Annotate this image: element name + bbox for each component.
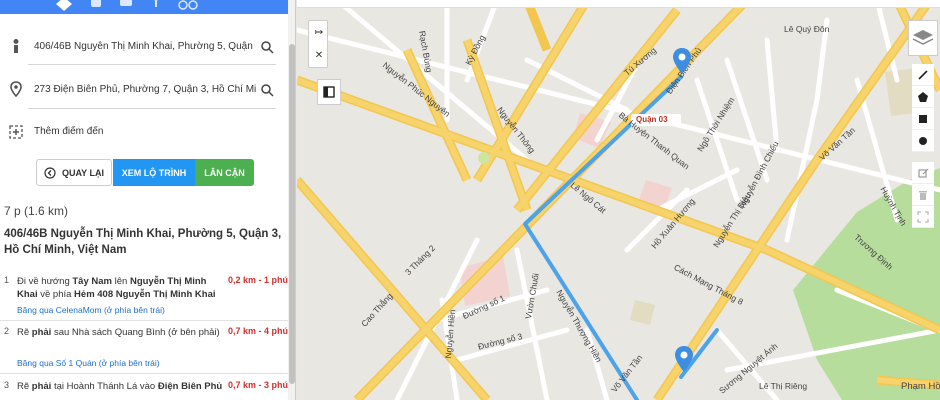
draw-circle-button[interactable] <box>912 130 934 152</box>
location-pin-icon <box>8 81 24 98</box>
scrollbar-thumb[interactable] <box>289 44 295 384</box>
layer-toggle-button[interactable] <box>317 79 341 105</box>
map-base <box>297 0 940 400</box>
draw-line-button[interactable] <box>912 64 934 86</box>
step-instruction: Đi về hướng Tây Nam lên Nguyễn Thị Minh … <box>17 276 216 300</box>
nearby-button[interactable]: LÂN CẬN <box>195 159 254 186</box>
route-summary: 7 p (1.6 km) <box>4 204 69 218</box>
street-label: Lê Quý Đôn <box>784 24 830 34</box>
origin-pin-icon[interactable] <box>674 346 694 372</box>
search-icon[interactable] <box>260 40 274 54</box>
trash-icon <box>919 190 927 200</box>
person-icon <box>8 38 24 54</box>
fullscreen-button[interactable] <box>912 206 934 228</box>
origin-row: 406/46B Nguyễn Thị Minh Khai, Phường 5, … <box>0 28 288 68</box>
back-arrow-icon <box>44 166 56 179</box>
step-instruction: Rẽ phải sau Nhà sách Quang Bình (ở bên p… <box>17 327 220 338</box>
pencil-icon <box>918 69 928 80</box>
draw-polygon-button[interactable] <box>912 86 934 108</box>
destination-title: 406/46B Nguyễn Thị Minh Khai, Phường 5, … <box>4 228 282 256</box>
roundabout <box>478 152 490 164</box>
bus-icon[interactable] <box>88 0 104 11</box>
car-icon[interactable] <box>118 0 134 11</box>
add-location-icon <box>8 124 24 140</box>
step-landmark: Băng qua Số 1 Quán (ở phía bên trái) <box>17 358 160 368</box>
step-number: 2 <box>4 326 10 336</box>
add-destination-row[interactable]: Thêm điểm đến <box>0 116 288 156</box>
view-route-button[interactable]: XEM LỘ TRÌNH <box>113 159 195 186</box>
origin-input[interactable]: 406/46B Nguyễn Thị Minh Khai, Phường 5, … <box>34 41 256 52</box>
step-number: 3 <box>4 380 10 390</box>
street-label: Lê Thị Riêng <box>759 381 808 391</box>
destination-input[interactable]: 273 Điện Biên Phủ, Phường 7, Quận 3, Hồ … <box>34 84 256 95</box>
edit-button[interactable] <box>912 162 934 184</box>
expand-icon <box>917 210 929 223</box>
destination-row: 273 Điện Biên Phủ, Phường 7, Quận 3, Hồ … <box>0 72 288 112</box>
travel-mode-bar <box>0 0 288 14</box>
close-icon[interactable]: ✕ <box>309 44 329 67</box>
draw-rectangle-button[interactable] <box>912 108 934 130</box>
map-mini-toolbar: ↦ ✕ <box>308 20 328 68</box>
edit-icon <box>918 168 929 178</box>
step-instruction: Rẽ phải tại Hoành Thánh Lá vào Điện Biên… <box>17 381 223 392</box>
circle-icon <box>919 136 927 145</box>
divider <box>0 373 290 374</box>
step-distance: 0,2 km - 1 phút <box>228 275 292 285</box>
directions-panel: 406/46B Nguyễn Thị Minh Khai, Phường 5, … <box>0 0 296 400</box>
layers-button[interactable] <box>908 20 938 56</box>
directions-icon[interactable] <box>56 0 72 11</box>
street-label: Phạm Hồ <box>901 381 940 392</box>
divider <box>0 320 290 321</box>
step-distance: 0,7 km - 3 phút <box>228 380 292 390</box>
walk-icon[interactable] <box>148 0 164 11</box>
step-landmark: Băng qua CelenaMom (ở phía bên trái) <box>17 305 165 315</box>
destination-pin-icon[interactable] <box>672 48 692 74</box>
square-icon <box>919 114 927 123</box>
step-number: 1 <box>4 275 10 285</box>
delete-button[interactable] <box>912 184 934 206</box>
map-top-toolbar <box>297 0 940 8</box>
bicycle-icon[interactable] <box>178 0 198 11</box>
search-icon[interactable] <box>260 83 274 97</box>
divider <box>28 108 276 109</box>
panel-icon <box>323 86 335 98</box>
polygon-icon <box>918 91 928 102</box>
district-label: Quận 03 <box>636 115 668 124</box>
divider <box>28 64 276 65</box>
layers-icon <box>912 30 934 45</box>
map-canvas[interactable]: Rạch Bùng Kỳ Đồng Nguyễn Phúc Nguyên Ngu… <box>297 0 940 400</box>
back-button[interactable]: QUAY LẠI <box>36 159 112 186</box>
panel-scrollbar[interactable] <box>288 0 295 400</box>
step-distance: 0,7 km - 4 phút <box>228 326 292 336</box>
expand-arrows-icon[interactable]: ↦ <box>309 21 329 44</box>
back-button-label: QUAY LẠI <box>61 167 104 178</box>
add-destination-label[interactable]: Thêm điểm đến <box>34 126 256 137</box>
